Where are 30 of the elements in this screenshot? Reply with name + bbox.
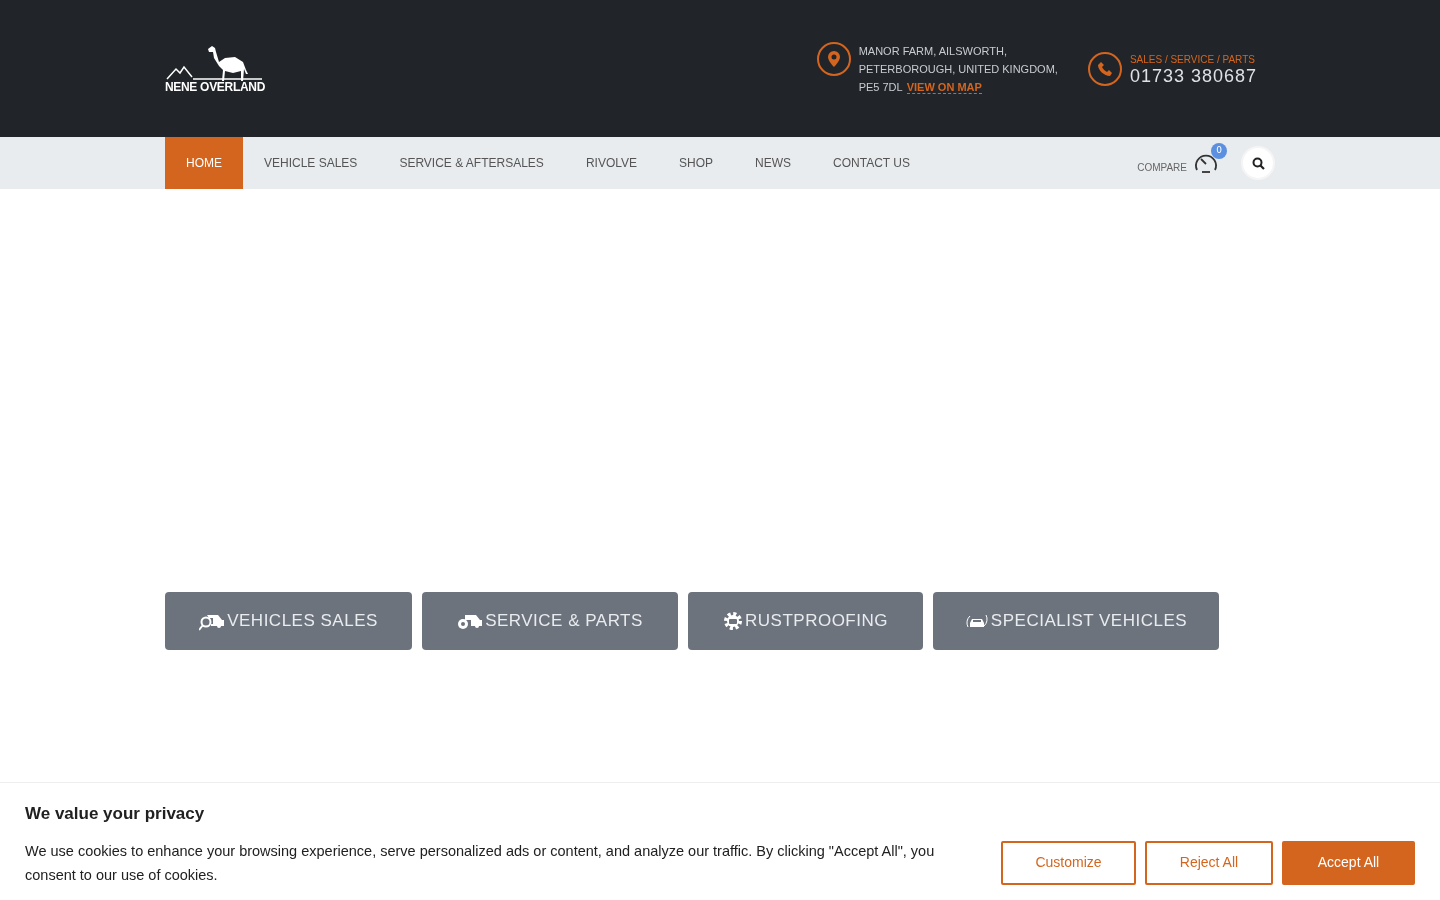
location-pin-icon	[816, 41, 851, 76]
nav-link[interactable]: RIVOLVE	[564, 137, 658, 189]
cookie-button[interactable]: Accept All	[1282, 840, 1415, 885]
nav-link[interactable]: CONTACT US	[812, 137, 931, 189]
quick-link-button[interactable]: RUSTPROOFING	[688, 592, 923, 650]
nav-link[interactable]: SHOP	[658, 137, 735, 189]
cookie-title: We value your privacy	[25, 803, 206, 825]
nav-link[interactable]: VEHICLE SALES	[243, 137, 379, 189]
quick-link-button[interactable]: SERVICE & PARTS	[422, 592, 678, 650]
search-button[interactable]	[1241, 146, 1275, 180]
address-text: MANOR FARM, AILSWORTH, PETERBOROUGH, UNITED KINGDOM, PE5 7DL VIEW ON MAP	[858, 43, 1058, 96]
logo-text: NENE OVERLAND	[164, 80, 266, 93]
cookie-button[interactable]: Reject All	[1145, 840, 1273, 885]
compare-label[interactable]: COMPARE	[1137, 160, 1187, 176]
nav-link[interactable]: NEWS	[734, 137, 813, 189]
phone-label: SALES / SERVICE / PARTS	[1129, 52, 1256, 67]
quick-link-button[interactable]: SPECIALIST VEHICLES	[933, 592, 1219, 650]
view-on-map-link[interactable]: VIEW ON MAP	[906, 80, 982, 94]
cookie-message: We use cookies to enhance your browsing experience, serve personalized ads or content, and analyze our traffic. By clicking "Accept All", you consent to our use of cookies.	[25, 841, 936, 885]
gear-car-icon	[723, 611, 743, 631]
cookie-button[interactable]: Customize	[1001, 840, 1136, 885]
phone-number[interactable]: 01733 380687	[1129, 66, 1257, 85]
search-icon	[1251, 156, 1265, 170]
quick-link-button[interactable]: VEHICLES SALES	[165, 592, 412, 650]
logo[interactable]: NENE OVERLAND	[165, 44, 265, 93]
compare-count-badge: 0	[1211, 142, 1227, 159]
camel-mountain-logo-icon	[166, 44, 264, 81]
nav-link[interactable]: SERVICE & AFTERSALES	[378, 137, 565, 189]
nav-link[interactable]: HOME	[165, 137, 243, 189]
phone-icon	[1087, 51, 1122, 86]
